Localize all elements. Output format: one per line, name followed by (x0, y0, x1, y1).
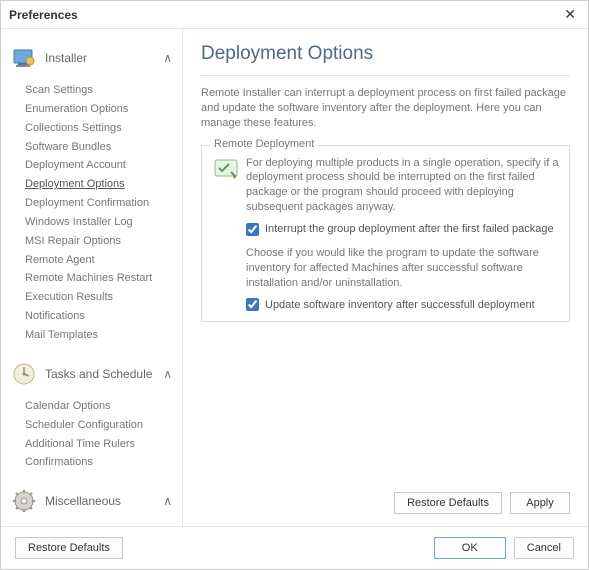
section-label: Miscellaneous (45, 494, 163, 508)
fieldset-text: For deploying multiple products in a sin… (246, 156, 559, 215)
sidebar-item-confirmations[interactable]: Confirmations (25, 453, 182, 472)
sidebar-item-notifications[interactable]: Notifications (25, 307, 182, 326)
cancel-button[interactable]: Cancel (514, 537, 574, 559)
inventory-checkbox[interactable] (246, 298, 259, 311)
sidebar-item-execution-results[interactable]: Execution Results (25, 288, 182, 307)
sidebar-item-scan-settings[interactable]: Scan Settings (25, 81, 182, 100)
clock-icon (9, 359, 39, 389)
interrupt-checkbox[interactable] (246, 223, 259, 236)
section-items-installer: Scan SettingsEnumeration OptionsCollecti… (7, 77, 182, 355)
chevron-up-icon: ∧ (163, 51, 172, 65)
page-title: Deployment Options (201, 43, 570, 65)
footer: Restore Defaults OK Cancel (1, 526, 588, 569)
chevron-up-icon: ∧ (163, 367, 172, 381)
sidebar-item-deployment-account[interactable]: Deployment Account (25, 156, 182, 175)
installer-icon (9, 43, 39, 73)
page-description: Remote Installer can interrupt a deploym… (201, 86, 570, 131)
sidebar-item-calendar-options[interactable]: Calendar Options (25, 397, 182, 416)
section-label: Installer (45, 51, 163, 65)
window-title: Preferences (9, 8, 78, 22)
sidebar: Installer∧Scan SettingsEnumeration Optio… (1, 29, 183, 526)
close-icon[interactable]: ✕ (560, 6, 580, 23)
sidebar-item-software-bundles[interactable]: Software Bundles (25, 138, 182, 157)
divider (201, 75, 570, 76)
main-panel: Deployment Options Remote Installer can … (183, 29, 588, 526)
remote-deployment-fieldset: Remote Deployment For deploying multiple… (201, 145, 570, 323)
titlebar: Preferences ✕ (1, 1, 588, 29)
section-header-installer[interactable]: Installer∧ (7, 39, 182, 77)
restore-defaults-footer-button[interactable]: Restore Defaults (15, 537, 123, 559)
sidebar-item-deployment-options[interactable]: Deployment Options (25, 175, 182, 194)
sidebar-item-windows-installer-log[interactable]: Windows Installer Log (25, 213, 182, 232)
section-header-tasks-and-schedule[interactable]: Tasks and Schedule∧ (7, 355, 182, 393)
deployment-icon (212, 156, 240, 184)
restore-defaults-panel-button[interactable]: Restore Defaults (394, 492, 502, 514)
sidebar-item-scheduler-configuration[interactable]: Scheduler Configuration (25, 416, 182, 435)
chevron-up-icon: ∧ (163, 494, 172, 508)
ok-button[interactable]: OK (434, 537, 506, 559)
section-items-tasks-and-schedule: Calendar OptionsScheduler ConfigurationA… (7, 393, 182, 482)
interrupt-checkbox-label[interactable]: Interrupt the group deployment after the… (265, 223, 554, 235)
sidebar-item-remote-machines-restart[interactable]: Remote Machines Restart (25, 269, 182, 288)
section-label: Tasks and Schedule (45, 367, 163, 381)
sidebar-item-enumeration-options[interactable]: Enumeration Options (25, 100, 182, 119)
section-header-miscellaneous[interactable]: Miscellaneous∧ (7, 482, 182, 520)
sidebar-item-collections-settings[interactable]: Collections Settings (25, 119, 182, 138)
sidebar-item-deployment-confirmation[interactable]: Deployment Confirmation (25, 194, 182, 213)
body: Installer∧Scan SettingsEnumeration Optio… (1, 29, 588, 526)
gear-icon (9, 486, 39, 516)
sidebar-item-msi-repair-options[interactable]: MSI Repair Options (25, 232, 182, 251)
inventory-checkbox-label[interactable]: Update software inventory after successf… (265, 299, 535, 311)
sidebar-item-remote-agent[interactable]: Remote Agent (25, 251, 182, 270)
preferences-window: Preferences ✕ Installer∧Scan SettingsEnu… (0, 0, 589, 570)
inventory-description: Choose if you would like the program to … (212, 246, 559, 291)
sidebar-item-additional-time-rulers[interactable]: Additional Time Rulers (25, 435, 182, 454)
apply-button[interactable]: Apply (510, 492, 570, 514)
sidebar-item-mail-templates[interactable]: Mail Templates (25, 326, 182, 345)
fieldset-legend: Remote Deployment (210, 138, 318, 150)
